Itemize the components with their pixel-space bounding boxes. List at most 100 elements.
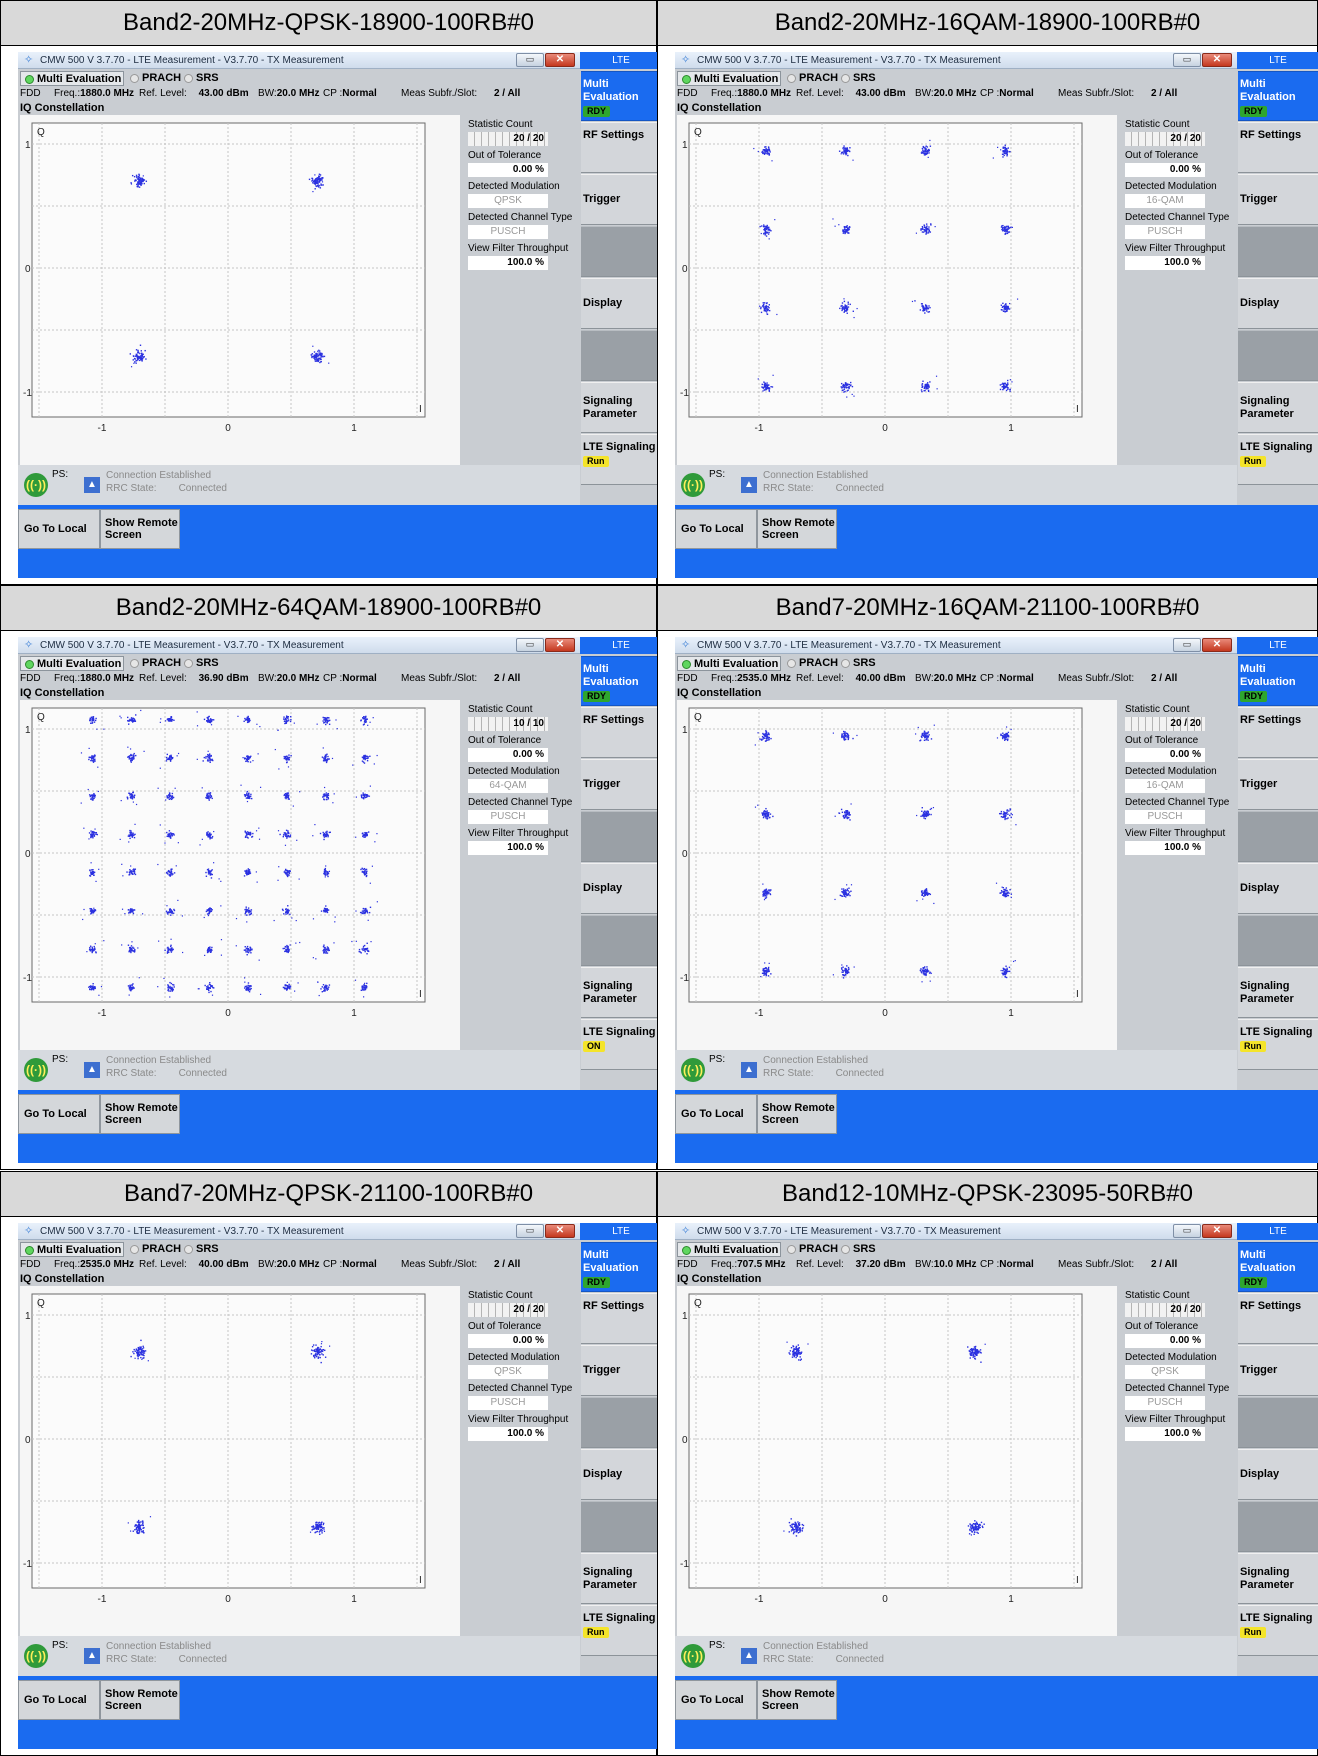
go-to-local-button[interactable]: Go To Local [675, 509, 757, 549]
out-of-tolerance-label: Out of Tolerance [1125, 1321, 1199, 1332]
rf-settings-softkey[interactable]: RF Settings [1238, 1293, 1318, 1344]
close-button[interactable]: ✕ [1202, 1224, 1232, 1238]
signaling-parameter-softkey[interactable]: Signaling Parameter [581, 1553, 661, 1604]
trigger-softkey[interactable]: Trigger [581, 174, 661, 225]
tab-prach[interactable]: PRACH [126, 71, 182, 86]
tab-prach[interactable]: PRACH [126, 656, 182, 671]
minimize-button[interactable]: ▭ [516, 638, 544, 652]
minimize-button[interactable]: ▭ [516, 53, 544, 67]
show-remote-screen-button[interactable]: Show Remote Screen [757, 1680, 837, 1720]
tab-prach[interactable]: PRACH [783, 656, 838, 671]
app-icon: ✧ [24, 54, 34, 66]
go-to-local-button[interactable]: Go To Local [18, 1094, 100, 1134]
go-to-local-button[interactable]: Go To Local [18, 1680, 100, 1720]
multi-evaluation-softkey[interactable]: Multi Evaluation RDY [1238, 1242, 1318, 1292]
close-button[interactable]: ✕ [545, 53, 575, 67]
rf-settings-softkey[interactable]: RF Settings [1238, 122, 1318, 173]
tab-multi-evaluation[interactable]: Multi Evaluation [677, 656, 781, 671]
display-softkey[interactable]: Display [1238, 1449, 1318, 1500]
tab-srs[interactable]: SRS [180, 1242, 224, 1257]
tab-multi-evaluation[interactable]: Multi Evaluation [20, 656, 124, 671]
tab-srs[interactable]: SRS [837, 71, 881, 86]
go-to-local-button[interactable]: Go To Local [675, 1680, 757, 1720]
go-to-local-button[interactable]: Go To Local [18, 509, 100, 549]
tab-srs[interactable]: SRS [180, 656, 224, 671]
connection-info: Connection Established RRC State: Connect… [106, 1054, 227, 1080]
go-to-local-button[interactable]: Go To Local [675, 1094, 757, 1134]
multi-evaluation-softkey[interactable]: Multi Evaluation RDY [581, 1242, 661, 1292]
rrc-state-label: RRC State: [106, 1654, 157, 1665]
cp-label: CP : [980, 1259, 1000, 1270]
tab-label: PRACH [142, 657, 182, 669]
tab-prach[interactable]: PRACH [783, 71, 838, 86]
softkey-label: LTE Signaling [1240, 1612, 1313, 1624]
minimize-button[interactable]: ▭ [1173, 638, 1201, 652]
close-button[interactable]: ✕ [545, 638, 575, 652]
softkey-label: Multi Evaluation [583, 78, 639, 103]
tab-srs[interactable]: SRS [180, 71, 224, 86]
close-button[interactable]: ✕ [1202, 638, 1232, 652]
lte-signaling-softkey[interactable]: LTE Signaling Run [1238, 1605, 1318, 1656]
tab-multi-evaluation[interactable]: Multi Evaluation [20, 1242, 124, 1257]
minimize-button[interactable]: ▭ [516, 1224, 544, 1238]
signaling-parameter-softkey[interactable]: Signaling Parameter [1238, 1553, 1318, 1604]
multi-evaluation-softkey[interactable]: Multi Evaluation RDY [1238, 656, 1318, 706]
lte-signaling-softkey[interactable]: LTE Signaling Run [1238, 1019, 1318, 1070]
rf-settings-softkey[interactable]: RF Settings [581, 707, 661, 758]
out-of-tolerance-value: 0.00 % [1125, 163, 1205, 177]
rf-settings-softkey[interactable]: RF Settings [1238, 707, 1318, 758]
trigger-softkey[interactable]: Trigger [581, 759, 661, 810]
tab-label: PRACH [142, 72, 182, 84]
tab-srs[interactable]: SRS [837, 1242, 881, 1257]
show-remote-screen-button[interactable]: Show Remote Screen [100, 1680, 180, 1720]
bottom-bar: Go To Local Show Remote Screen [18, 1090, 662, 1163]
display-softkey[interactable]: Display [1238, 278, 1318, 329]
trigger-softkey[interactable]: Trigger [581, 1345, 661, 1396]
tab-prach[interactable]: PRACH [126, 1242, 181, 1257]
tab-multi-evaluation[interactable]: Multi Evaluation [677, 1242, 781, 1257]
tab-prach[interactable]: PRACH [783, 1242, 838, 1257]
meas-subframe-label: Meas Subfr./Slot: [401, 1259, 478, 1270]
close-button[interactable]: ✕ [545, 1224, 575, 1238]
signaling-parameter-softkey[interactable]: Signaling Parameter [581, 967, 661, 1018]
show-remote-screen-button[interactable]: Show Remote Screen [757, 509, 837, 549]
duplex-mode: FDD [20, 673, 41, 684]
multi-evaluation-softkey[interactable]: Multi Evaluation RDY [581, 71, 661, 121]
display-softkey[interactable]: Display [1238, 863, 1318, 914]
section-title: IQ Constellation [677, 687, 762, 699]
rf-settings-softkey[interactable]: RF Settings [581, 122, 661, 173]
trigger-softkey[interactable]: Trigger [1238, 174, 1318, 225]
display-softkey[interactable]: Display [581, 1449, 661, 1500]
lte-signaling-softkey[interactable]: LTE Signaling Run [1238, 434, 1318, 485]
show-remote-screen-button[interactable]: Show Remote Screen [757, 1094, 837, 1134]
signaling-parameter-softkey[interactable]: Signaling Parameter [581, 382, 661, 433]
show-remote-screen-button[interactable]: Show Remote Screen [100, 1094, 180, 1134]
show-remote-screen-button[interactable]: Show Remote Screen [100, 509, 180, 549]
trigger-softkey[interactable]: Trigger [1238, 759, 1318, 810]
connection-status-bar: ((·)) PS: ▲ Connection Established RRC S… [18, 1050, 580, 1090]
rf-settings-softkey[interactable]: RF Settings [581, 1293, 661, 1344]
tab-multi-evaluation[interactable]: Multi Evaluation [677, 71, 781, 86]
rrc-state-value: Connected [178, 483, 227, 494]
tab-srs[interactable]: SRS [837, 656, 881, 671]
signaling-parameter-softkey[interactable]: Signaling Parameter [1238, 382, 1318, 433]
window-titlebar: ✧ CMW 500 V 3.7.70 - LTE Measurement - V… [675, 1223, 1237, 1240]
signaling-parameter-softkey[interactable]: Signaling Parameter [1238, 967, 1318, 1018]
panel-title: Band2-20MHz-16QAM-18900-100RB#0 [657, 0, 1318, 46]
trigger-softkey[interactable]: Trigger [1238, 1345, 1318, 1396]
lte-signaling-softkey[interactable]: LTE Signaling Run [581, 1605, 661, 1656]
ref-level: Ref. Level: 36.90 dBm [139, 672, 249, 686]
close-button[interactable]: ✕ [1202, 53, 1232, 67]
tab-multi-evaluation[interactable]: Multi Evaluation [20, 71, 124, 86]
lte-signaling-softkey[interactable]: LTE Signaling Run [581, 434, 661, 485]
minimize-button[interactable]: ▭ [1173, 53, 1201, 67]
multi-evaluation-softkey[interactable]: Multi Evaluation RDY [581, 656, 661, 706]
minimize-button[interactable]: ▭ [1173, 1224, 1201, 1238]
tab-status-dot-icon [787, 659, 796, 668]
display-softkey[interactable]: Display [581, 278, 661, 329]
ps-label: PS: [52, 469, 69, 480]
lte-signaling-softkey[interactable]: LTE Signaling ON [581, 1019, 661, 1070]
duplex-mode: FDD [20, 1259, 41, 1270]
multi-evaluation-softkey[interactable]: Multi Evaluation RDY [1238, 71, 1318, 121]
display-softkey[interactable]: Display [581, 863, 661, 914]
